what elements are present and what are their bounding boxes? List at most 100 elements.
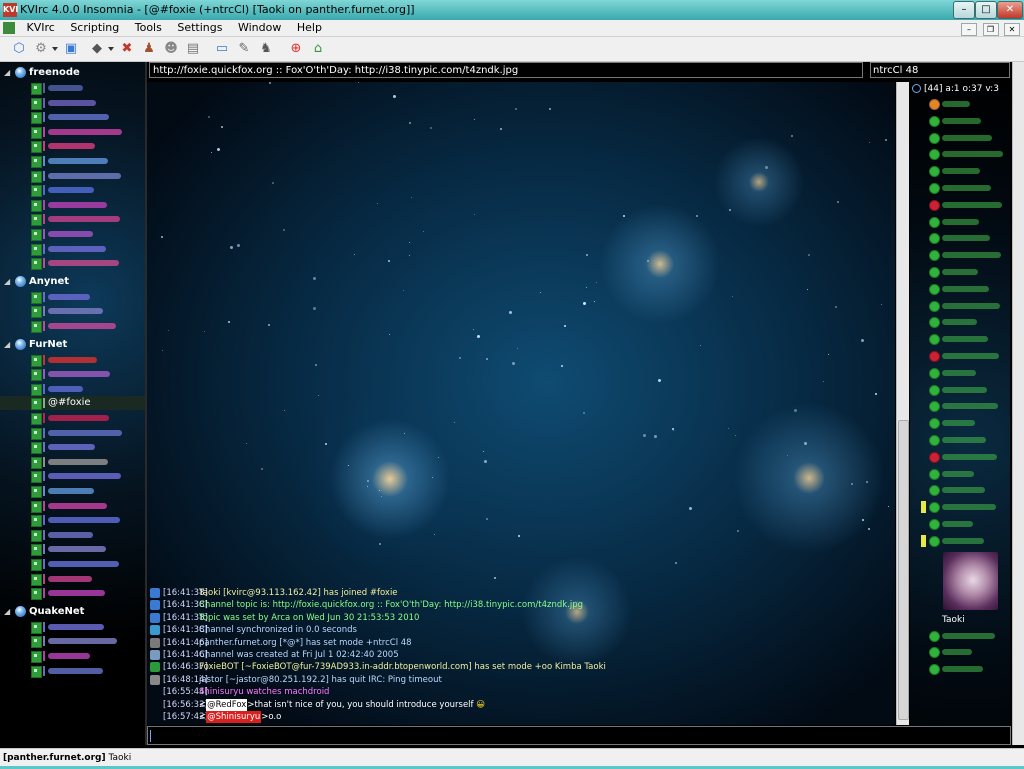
user-entry[interactable] — [910, 298, 1010, 314]
search-icon[interactable] — [912, 84, 921, 93]
tree-channel[interactable] — [0, 620, 145, 634]
userlist-scrollbar[interactable] — [1012, 62, 1024, 745]
user-entry-self[interactable]: Taoki — [910, 612, 1010, 628]
tree-channel[interactable] — [0, 290, 145, 304]
user-entry[interactable] — [910, 449, 1010, 465]
file-transfer-icon[interactable]: ♞ — [257, 40, 275, 58]
tree-channel[interactable] — [0, 125, 145, 139]
user-avatar[interactable] — [943, 551, 998, 610]
user-entry[interactable] — [910, 96, 1010, 112]
menu-tools[interactable]: Tools — [129, 20, 168, 36]
tree-channel[interactable] — [0, 139, 145, 154]
network-anynet[interactable]: ◢ Anynet — [0, 275, 145, 289]
kvirc-app-icon[interactable]: KVI — [3, 3, 18, 17]
user-entry[interactable] — [910, 146, 1010, 162]
menu-settings[interactable]: Settings — [171, 20, 228, 36]
user-entry[interactable] — [910, 314, 1010, 330]
channel-mode-bar[interactable]: ntrcCl 48 — [870, 62, 1010, 78]
browse-icon[interactable]: ▭ — [213, 40, 231, 58]
mdi-close-button[interactable]: ✕ — [1004, 23, 1020, 36]
tree-channel-selected[interactable]: @#foxie — [0, 396, 145, 411]
user-entry[interactable] — [910, 482, 1010, 498]
configure-icon[interactable]: ✎ — [235, 40, 253, 58]
tree-channel[interactable] — [0, 169, 145, 183]
tree-channel[interactable] — [0, 304, 145, 319]
collapse-arrow-icon[interactable]: ◢ — [4, 338, 10, 352]
tree-channel[interactable] — [0, 528, 145, 542]
tree-channel[interactable] — [0, 367, 145, 382]
user-entry[interactable] — [910, 466, 1010, 482]
avatar-icon[interactable]: ☻ — [162, 40, 180, 58]
user-entry[interactable] — [910, 214, 1010, 230]
network-furnet[interactable]: ◢ FurNet — [0, 338, 145, 352]
collapse-arrow-icon[interactable]: ◢ — [4, 66, 10, 80]
menu-help[interactable]: Help — [291, 20, 328, 36]
user-entry[interactable] — [910, 197, 1010, 213]
tree-channel[interactable] — [0, 634, 145, 649]
user-entry[interactable] — [910, 348, 1010, 364]
tree-channel[interactable] — [0, 212, 145, 227]
user-entry[interactable] — [910, 644, 1010, 660]
user-entry[interactable] — [910, 247, 1010, 263]
tree-channel[interactable] — [0, 154, 145, 168]
user-entry[interactable] — [910, 230, 1010, 246]
tree-channel[interactable] — [0, 411, 145, 425]
user-entry[interactable] — [910, 180, 1010, 196]
tree-channel[interactable] — [0, 440, 145, 455]
homepage-icon[interactable]: ⌂ — [309, 40, 327, 58]
server-options-icon[interactable]: ⚙ — [32, 40, 50, 58]
tree-channel[interactable] — [0, 81, 145, 95]
user-entry[interactable] — [910, 516, 1010, 532]
tree-channel[interactable] — [0, 426, 145, 440]
user-entry[interactable] — [910, 432, 1010, 448]
tree-channel[interactable] — [0, 484, 145, 498]
chat-scrollbar[interactable] — [896, 82, 909, 725]
user-entry[interactable] — [910, 628, 1010, 644]
nick-label[interactable]: @RedFox — [206, 698, 248, 711]
tree-channel[interactable] — [0, 499, 145, 513]
menu-window[interactable]: Window — [232, 20, 287, 36]
chat-scrollbar-thumb[interactable] — [898, 420, 909, 720]
tree-channel[interactable] — [0, 649, 145, 663]
user-entry[interactable] — [910, 281, 1010, 297]
identity-icon[interactable]: ◆ — [88, 40, 106, 58]
chat-view[interactable]: [16:41:38] Taoki [kvirc@93.113.162.42] ha… — [147, 82, 895, 725]
tree-channel[interactable] — [0, 664, 145, 678]
tree-channel[interactable] — [0, 227, 145, 241]
user-entry[interactable] — [910, 533, 1010, 549]
collapse-arrow-icon[interactable]: ◢ — [4, 605, 10, 619]
tree-channel[interactable] — [0, 96, 145, 110]
tree-channel[interactable] — [0, 513, 145, 528]
address-book-icon[interactable]: ▤ — [184, 40, 202, 58]
user-entry[interactable] — [910, 331, 1010, 347]
tree-channel[interactable] — [0, 382, 145, 396]
mdi-restore-button[interactable]: ❐ — [982, 23, 999, 36]
kvirc-menu-icon[interactable] — [3, 22, 15, 34]
user-entry[interactable] — [910, 398, 1010, 414]
collapse-arrow-icon[interactable]: ◢ — [4, 275, 10, 289]
tree-channel[interactable] — [0, 183, 145, 198]
nick-label[interactable]: @Shinisuryu — [206, 711, 262, 723]
network-quakenet[interactable]: ◢ QuakeNet — [0, 605, 145, 619]
user-icon[interactable]: ♟ — [140, 40, 158, 58]
topic-bar[interactable]: http://foxie.quickfox.org :: Fox'O'th'Da… — [149, 62, 863, 78]
tools-icon[interactable]: ✖ — [118, 40, 136, 58]
user-entry[interactable] — [910, 365, 1010, 381]
user-entry[interactable] — [910, 499, 1010, 515]
window-icon[interactable]: ▣ — [62, 40, 80, 58]
tree-channel[interactable] — [0, 110, 145, 125]
user-entry[interactable] — [910, 264, 1010, 280]
close-button[interactable]: ✕ — [997, 1, 1023, 19]
minimize-button[interactable]: – — [953, 1, 975, 19]
tree-channel[interactable] — [0, 557, 145, 571]
message-input[interactable] — [147, 726, 1011, 745]
menu-scripting[interactable]: Scripting — [64, 20, 125, 36]
maximize-button[interactable]: □ — [975, 1, 997, 19]
user-entry[interactable] — [910, 130, 1010, 146]
tree-channel[interactable] — [0, 319, 145, 333]
tree-channel[interactable] — [0, 198, 145, 212]
tree-channel[interactable] — [0, 469, 145, 484]
new-connection-icon[interactable]: ⬡ — [10, 40, 28, 58]
user-entry[interactable] — [910, 415, 1010, 431]
user-entry[interactable] — [910, 113, 1010, 129]
